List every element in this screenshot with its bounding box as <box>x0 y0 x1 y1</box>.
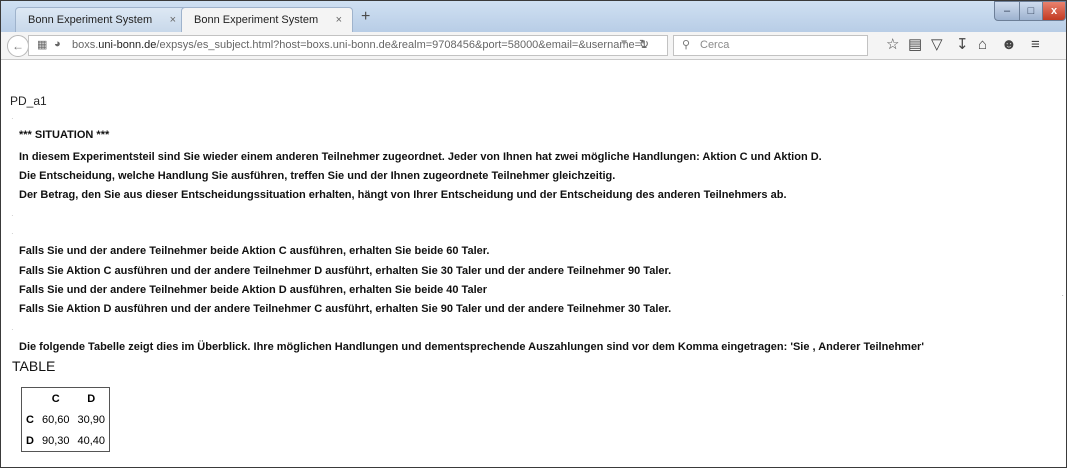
menu-icon[interactable]: ≡ <box>1031 37 1040 53</box>
outcome-line-1: Falls Sie und der andere Teilnehmer beid… <box>19 245 490 257</box>
tab-label: Bonn Experiment System <box>28 14 153 26</box>
tab-strip: Bonn Experiment System × Bonn Experiment… <box>1 1 1066 33</box>
outcome-line-2: Falls Sie Aktion C ausführen und der and… <box>19 265 672 277</box>
intro-line-2: Die Entscheidung, welche Handlung Sie au… <box>19 170 616 182</box>
separator-dot: · <box>11 229 14 238</box>
pocket-icon[interactable]: ▽ <box>931 37 943 53</box>
separator-dot: · <box>11 325 14 334</box>
intro-line-1: In diesem Experimentsteil sind Sie wiede… <box>19 151 822 163</box>
outcome-line-3: Falls Sie und der andere Teilnehmer beid… <box>19 284 488 296</box>
column-header: D <box>87 392 96 405</box>
row-header: C <box>26 413 34 426</box>
table-cell: 90,30 <box>41 434 70 447</box>
bookmark-star-icon[interactable]: ☆ <box>886 37 899 53</box>
row-header: D <box>26 434 34 447</box>
maximize-button[interactable]: □ <box>1019 1 1043 21</box>
table-header-row: C D <box>22 388 109 409</box>
close-window-button[interactable]: x <box>1042 1 1066 21</box>
table-label: TABLE <box>12 358 56 374</box>
table-cell: 60,60 <box>41 413 70 426</box>
payoff-table: C D C 60,60 30,90 D 90,30 40,40 <box>21 387 111 452</box>
table-cell: 40,40 <box>77 434 106 447</box>
reload-icon[interactable]: ↻ <box>639 37 649 51</box>
search-input[interactable]: ⚲ Cerca <box>673 35 868 56</box>
table-row: C 60,60 30,90 <box>22 409 109 430</box>
table-cell: 30,90 <box>77 413 106 426</box>
url-path: /expsys/es_subject.html?host=boxs.uni-bo… <box>156 39 648 51</box>
outcome-line-4: Falls Sie Aktion D ausführen und der and… <box>19 303 672 315</box>
back-arrow-icon: ← <box>12 39 24 53</box>
navigation-bar: ← ▦ ◕ boxs.uni-bonn.de/expsys/es_subject… <box>1 32 1066 60</box>
tab-close-icon[interactable]: × <box>336 14 342 26</box>
globe-icon: ◕ <box>54 38 61 50</box>
tab-close-icon[interactable]: × <box>170 14 176 26</box>
minimize-button[interactable]: – <box>994 1 1020 21</box>
search-placeholder: Cerca <box>700 39 730 51</box>
tab-2-active[interactable]: Bonn Experiment System × <box>181 7 353 32</box>
url-host-domain: uni-bonn.de <box>98 39 157 51</box>
download-icon[interactable]: ↧ <box>956 37 969 53</box>
back-button[interactable]: ← <box>7 35 29 57</box>
url-bar[interactable]: ▦ ◕ boxs.uni-bonn.de/expsys/es_subject.h… <box>28 35 668 56</box>
intro-line-3: Der Betrag, den Sie aus dieser Entscheid… <box>19 189 787 201</box>
scrollbar-marker[interactable]: · <box>1061 291 1064 300</box>
url-dropdown-icon[interactable]: ▼ <box>619 38 629 49</box>
reading-list-icon[interactable]: ▤ <box>908 37 922 53</box>
column-header: C <box>51 392 60 405</box>
home-icon[interactable]: ⌂ <box>978 37 987 53</box>
separator-dot: · <box>11 211 14 220</box>
page-info-icon[interactable]: ▦ <box>37 38 47 51</box>
table-row: D 90,30 40,40 <box>22 430 109 451</box>
table-corner-cell <box>22 388 38 409</box>
page-id: PD_a1 <box>10 94 47 108</box>
tab-1[interactable]: Bonn Experiment System × <box>15 7 187 32</box>
situation-heading: *** SITUATION *** <box>19 129 110 141</box>
new-tab-button[interactable]: + <box>361 9 370 25</box>
url-host-prefix: boxs. <box>72 39 99 51</box>
separator-dot: · <box>11 114 14 123</box>
tab-label: Bonn Experiment System <box>194 14 319 26</box>
table-intro: Die folgende Tabelle zeigt dies im Überb… <box>19 341 924 353</box>
chat-icon[interactable]: ☻ <box>1001 37 1017 53</box>
browser-window: Bonn Experiment System × Bonn Experiment… <box>0 0 1067 468</box>
search-icon: ⚲ <box>682 39 691 51</box>
